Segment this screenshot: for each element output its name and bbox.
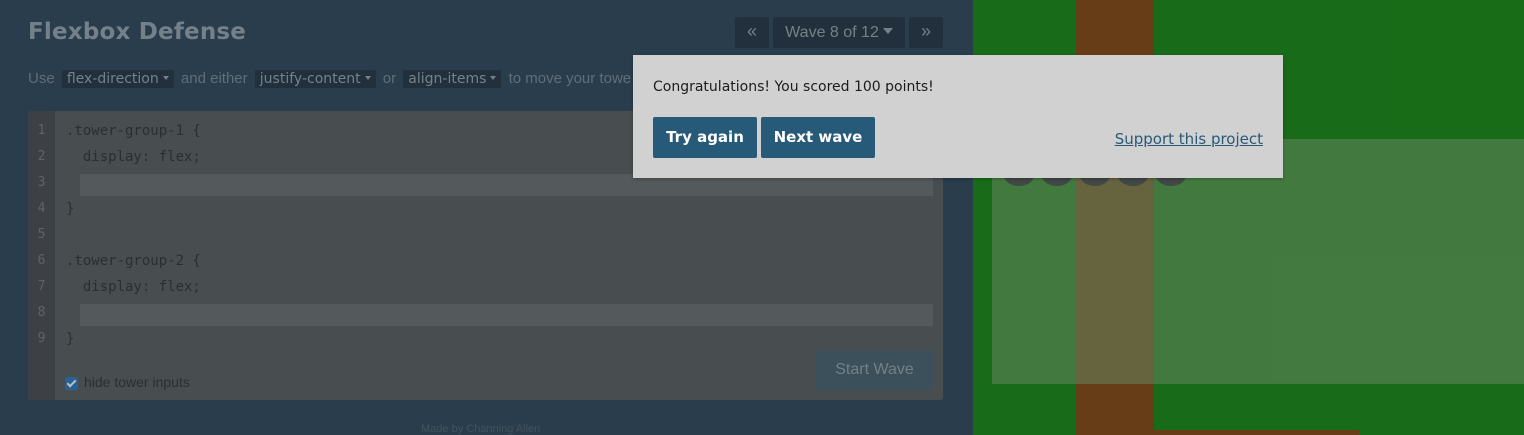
try-again-button[interactable]: Try again — [653, 117, 757, 158]
support-project-link[interactable]: Support this project — [1115, 130, 1263, 148]
next-wave-button[interactable]: Next wave — [761, 117, 875, 158]
score-message: Congratulations! You scored 100 points! — [653, 79, 934, 95]
wave-complete-dialog: Congratulations! You scored 100 points! … — [633, 55, 1283, 178]
